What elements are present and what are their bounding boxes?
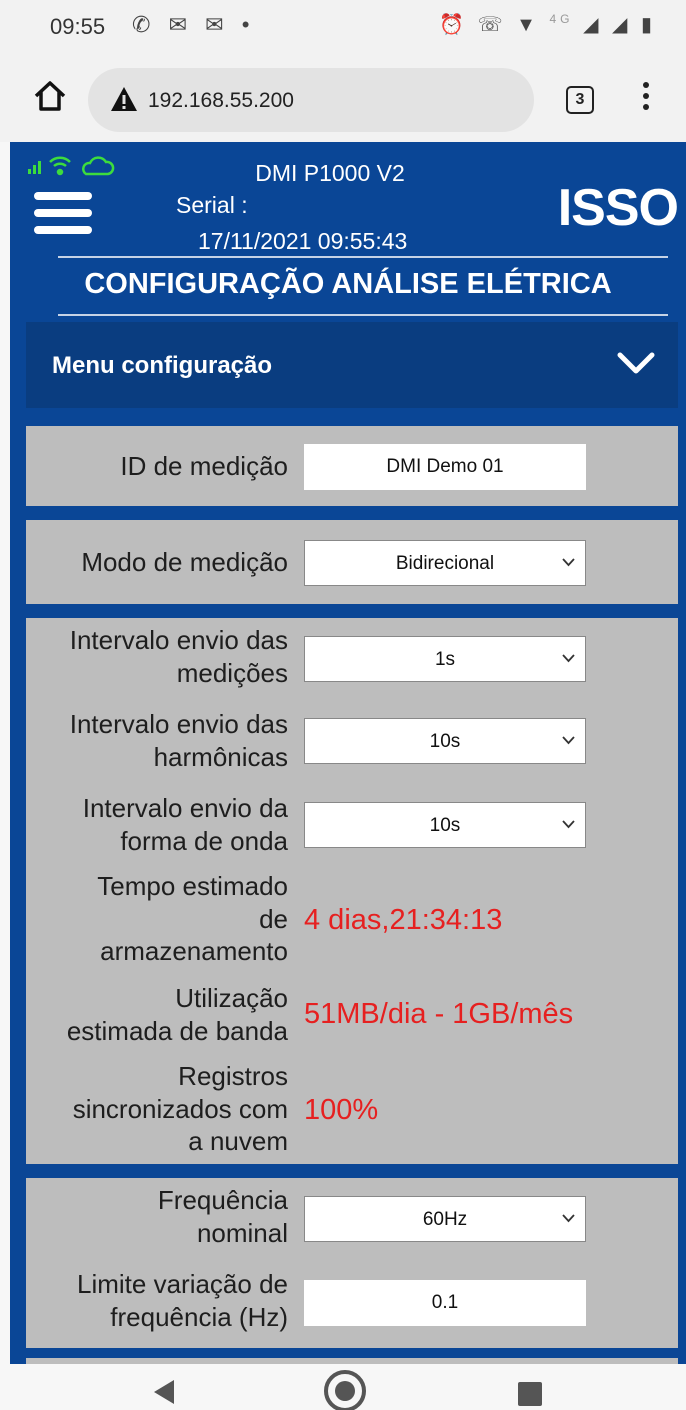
- not-secure-warning-icon[interactable]: [110, 86, 138, 112]
- hamburger-menu-icon[interactable]: [34, 192, 94, 242]
- divider: [58, 314, 668, 316]
- config-menu-label: Menu configuração: [52, 352, 273, 379]
- measurement-mode-panel: Modo de medição Bidirecional: [26, 520, 678, 604]
- interval-waveform-value: 10s: [429, 815, 461, 836]
- interval-waveform-label: Intervalo envio da forma de onda: [82, 793, 288, 856]
- nominal-frequency-select[interactable]: 60Hz: [304, 1196, 586, 1242]
- network-label: 4G: [549, 12, 574, 26]
- chevron-down-icon: [562, 736, 575, 745]
- signal-icon: ◢: [612, 14, 632, 36]
- status-bar: 09:55 ✆ ✉ ✉ • ⏰ ☏ ▼ 4G ◢ ◢ ▮: [0, 0, 686, 54]
- device-model: DMI P1000 V2: [255, 160, 405, 186]
- bandwidth-label: Utilização estimada de banda: [66, 983, 288, 1046]
- synced-records-value: 100%: [304, 1094, 379, 1126]
- divider: [58, 256, 668, 258]
- signal-icon: ◢: [583, 14, 603, 36]
- page-title: CONFIGURAÇÃO ANÁLISE ELÉTRICA: [84, 268, 612, 300]
- url-text[interactable]: 192.168.55.200: [148, 89, 294, 113]
- alarm-icon: ⏰: [439, 14, 468, 36]
- interval-measurements-label: Intervalo envio das medições: [69, 625, 288, 688]
- interval-harmonics-value: 10s: [429, 731, 461, 752]
- whatsapp-icon: ✆: [132, 12, 157, 37]
- chevron-down-icon: [562, 820, 575, 829]
- interval-measurements-select[interactable]: 1s: [304, 636, 586, 682]
- frequency-panel: Frequência nominal 60Hz Limite variação d…: [26, 1178, 678, 1348]
- home-icon[interactable]: [32, 78, 68, 114]
- frequency-limit-input[interactable]: 0.1: [304, 1280, 586, 1326]
- recents-icon[interactable]: [516, 1380, 544, 1408]
- gmail-icon: ✉: [205, 12, 230, 37]
- volte-icon: ☏: [477, 14, 507, 36]
- wifi-icon: ▼: [516, 14, 540, 36]
- measurement-id-panel: ID de medição DMI Demo 01: [26, 426, 678, 506]
- measurement-mode-value: Bidirecional: [395, 553, 495, 574]
- device-datetime: 17/11/2021 09:55:43: [198, 228, 408, 254]
- address-bar[interactable]: 192.168.55.200: [88, 68, 534, 132]
- gmail-icon: ✉: [168, 12, 193, 37]
- chevron-down-icon: [562, 654, 575, 663]
- measurement-id-label: ID de medição: [120, 451, 288, 481]
- home-button-icon[interactable]: [322, 1368, 368, 1410]
- chevron-down-icon[interactable]: [616, 350, 656, 376]
- system-navigation-bar: [0, 1364, 686, 1410]
- interval-waveform-select[interactable]: 10s: [304, 802, 586, 848]
- serial-label: Serial :: [176, 192, 248, 218]
- notification-icons: ✆ ✉ ✉ •: [132, 12, 255, 38]
- measurement-id-input[interactable]: DMI Demo 01: [304, 444, 586, 490]
- isso-logo: ISSO: [557, 179, 679, 237]
- dot-icon: •: [241, 12, 256, 37]
- nominal-frequency-label: Frequência nominal: [157, 1185, 288, 1248]
- interval-harmonics-label: Intervalo envio das harmônicas: [69, 709, 288, 772]
- tab-switcher-button[interactable]: 3: [566, 86, 594, 114]
- synced-records-label: Registros sincronizados com a nuvem: [72, 1061, 288, 1156]
- browser-toolbar: 192.168.55.200 3: [0, 54, 686, 142]
- status-time: 09:55: [50, 14, 106, 39]
- storage-time-label: Tempo estimado de armazenamento: [97, 871, 288, 966]
- measurement-mode-select[interactable]: Bidirecional: [304, 540, 586, 586]
- chevron-down-icon: [562, 558, 575, 567]
- back-icon[interactable]: [150, 1378, 178, 1406]
- nominal-frequency-value: 60Hz: [422, 1209, 468, 1230]
- more-options-icon[interactable]: [640, 82, 652, 118]
- config-menu-toggle[interactable]: Menu configuração: [26, 322, 678, 408]
- interval-measurements-value: 1s: [434, 649, 456, 670]
- frequency-limit-label: Limite variação de frequência (Hz): [77, 1269, 288, 1332]
- intervals-panel: Intervalo envio das medições 1s Intervalo…: [26, 618, 678, 1164]
- bandwidth-value: 51MB/dia - 1GB/mês: [304, 998, 574, 1030]
- app-container: DMI P1000 V2 Serial : 17/11/2021 09:55:4…: [10, 142, 686, 1364]
- storage-time-value: 4 dias,21:34:13: [304, 904, 503, 936]
- battery-icon: ▮: [640, 14, 656, 36]
- chevron-down-icon: [562, 1214, 575, 1223]
- interval-harmonics-select[interactable]: 10s: [304, 718, 586, 764]
- system-icons: ⏰ ☏ ▼ 4G ◢ ◢ ▮: [439, 12, 656, 37]
- measurement-mode-label: Modo de medição: [81, 547, 288, 577]
